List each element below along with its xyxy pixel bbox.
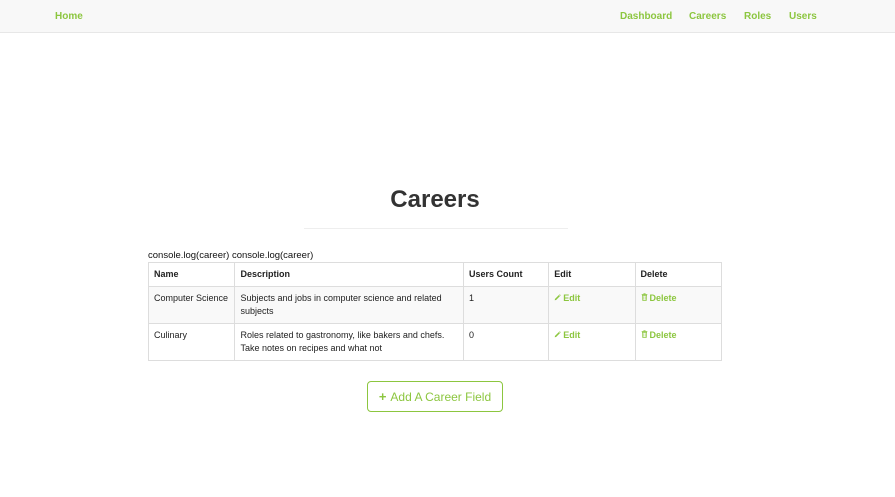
edit-button[interactable]: Edit [554, 293, 580, 303]
cell-edit: Edit [548, 286, 636, 324]
cell-description: Roles related to gastronomy, like bakers… [234, 323, 464, 361]
delete-label: Delete [649, 293, 677, 303]
page-title: Careers [390, 186, 480, 213]
nav-dashboard-link[interactable]: Dashboard [620, 11, 672, 22]
header-edit: Edit [548, 262, 636, 287]
table-row: Computer Science Subjects and jobs in co… [147, 286, 723, 324]
cell-delete: Delete [634, 323, 723, 361]
add-career-field-button[interactable]: + Add A Career Field [367, 381, 503, 412]
cell-delete: Delete [634, 286, 723, 324]
cell-users-count: 0 [462, 323, 550, 361]
delete-label: Delete [649, 330, 677, 340]
edit-label: Edit [563, 293, 581, 303]
table-row: Culinary Roles related to gastronomy, li… [147, 323, 723, 361]
edit-label: Edit [563, 330, 581, 340]
delete-button[interactable]: Delete [641, 330, 677, 340]
add-career-field-label: Add A Career Field [390, 389, 492, 404]
console-output-text: console.log(career) console.log(career) [148, 250, 314, 261]
cell-edit: Edit [548, 323, 636, 361]
nav-careers-link[interactable]: Careers [689, 11, 726, 22]
edit-button[interactable]: Edit [554, 330, 580, 340]
pencil-icon [554, 329, 562, 342]
trash-icon [641, 329, 648, 342]
plus-icon: + [378, 389, 387, 404]
header-name: Name [147, 262, 236, 287]
header-users-count: Users Count [462, 262, 550, 287]
title-divider [304, 228, 568, 229]
trash-icon [641, 292, 648, 305]
nav-roles-link[interactable]: Roles [744, 11, 771, 22]
delete-button[interactable]: Delete [641, 293, 677, 303]
header-description: Description [234, 262, 464, 287]
navbar: Home Dashboard Careers Roles Users [0, 0, 895, 33]
nav-home-link[interactable]: Home [55, 11, 83, 22]
cell-name: Computer Science [147, 286, 236, 324]
careers-table: Name Description Users Count Edit Delete… [147, 262, 723, 361]
cell-name: Culinary [147, 323, 236, 361]
table-header-row: Name Description Users Count Edit Delete [147, 262, 723, 287]
cell-description: Subjects and jobs in computer science an… [234, 286, 464, 324]
cell-users-count: 1 [462, 286, 550, 324]
nav-users-link[interactable]: Users [789, 11, 817, 22]
pencil-icon [554, 292, 562, 305]
header-delete: Delete [634, 262, 723, 287]
